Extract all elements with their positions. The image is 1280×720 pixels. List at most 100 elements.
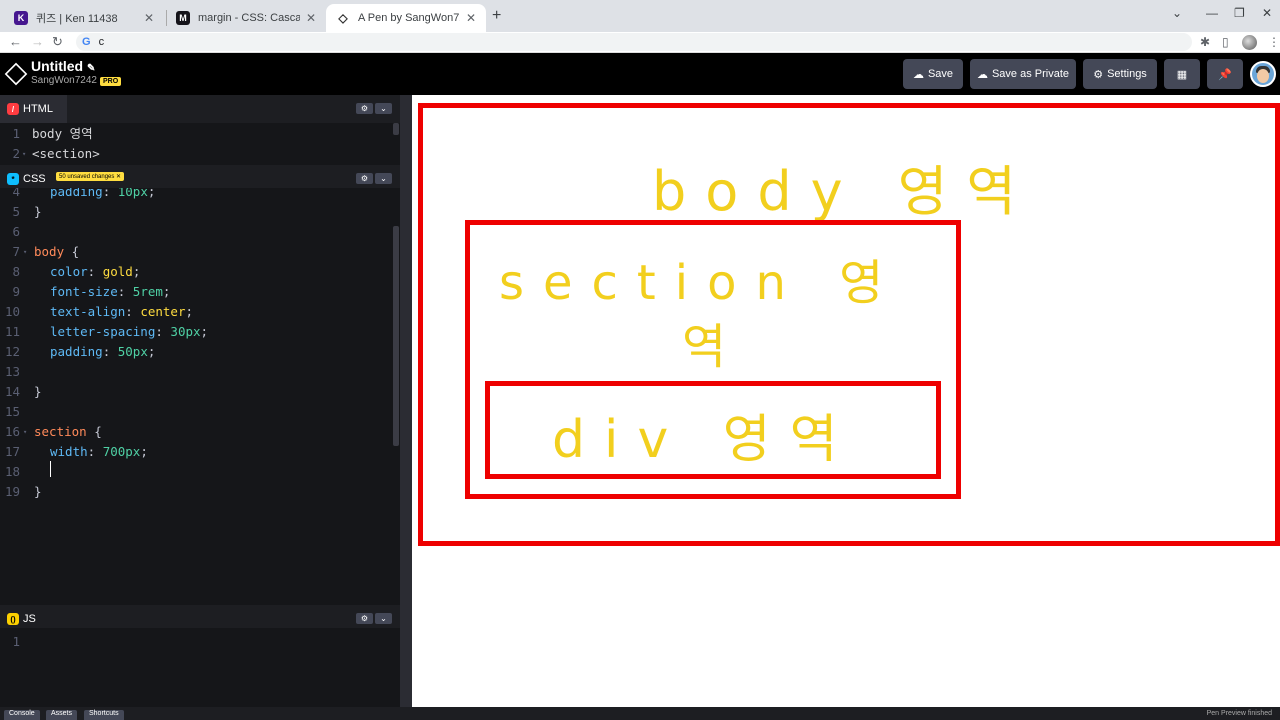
code-line: 1	[12, 634, 20, 649]
preview-div-text: div 영역	[552, 410, 857, 470]
save-button[interactable]: ☁ Save	[903, 59, 963, 89]
browser-tab-codepen[interactable]: ◇ A Pen by SangWon7242 ✕	[326, 4, 486, 32]
gear-icon[interactable]: ⚙	[356, 173, 373, 184]
fold-icon: ▾	[22, 150, 27, 158]
code-line: 11 letter-spacing: 30px;	[4, 324, 209, 339]
preview-pane: body 영역 section 영 역 div 영역	[412, 95, 1280, 707]
pencil-icon[interactable]: ✎	[87, 63, 95, 74]
pen-owner[interactable]: SangWon7242 PRO	[31, 75, 122, 86]
code-line: 19}	[4, 484, 42, 499]
chevron-down-icon[interactable]: ⌄	[375, 173, 392, 184]
gear-icon[interactable]: ⚙	[356, 613, 373, 624]
mdn-icon: M	[176, 11, 190, 25]
html-pane-header: / HTML ⚙ ⌄	[0, 95, 400, 123]
code-line: 12 padding: 50px;	[4, 344, 156, 359]
editor-column: / HTML ⚙ ⌄ 1 body 영역 2 ▾ <section> * CSS 50…	[0, 95, 400, 720]
pin-icon: 📌	[1218, 68, 1232, 81]
settings-label: Settings	[1107, 68, 1147, 80]
codepen-icon: ◇	[338, 11, 348, 25]
close-icon[interactable]: ✕	[466, 11, 476, 25]
unsaved-changes-badge[interactable]: 50 unsaved changes ✕	[56, 172, 125, 181]
code-line: 9 font-size: 5rem;	[12, 284, 171, 299]
code-line: 4 padding: 10px;	[12, 188, 156, 199]
tab-label: margin - CSS: Cascading Style S	[198, 12, 300, 24]
pin-button[interactable]: 📌	[1207, 59, 1243, 89]
close-icon[interactable]: ✕	[306, 11, 316, 25]
chevron-down-icon[interactable]: ⌄	[375, 613, 392, 624]
code-line: 17 width: 700px;	[4, 444, 148, 459]
kahoot-icon: K	[14, 11, 28, 25]
google-icon: G	[82, 36, 91, 48]
tab-search-icon[interactable]: ⌄	[1172, 6, 1182, 20]
shortcuts-button[interactable]: Shortcuts	[84, 710, 124, 720]
forward-icon[interactable]: →	[31, 34, 44, 49]
cloud-icon: ☁	[912, 68, 924, 81]
codepen-logo-icon[interactable]	[4, 62, 28, 86]
close-icon[interactable]: ✕	[144, 11, 154, 25]
code-line: 7 ▾ body {	[0, 242, 392, 262]
fold-icon[interactable]: ▾	[23, 422, 27, 442]
extensions-icon[interactable]: ✱	[1200, 35, 1210, 49]
codepen-header: Untitled ✎ SangWon7242 PRO ☁ Save ☁ Save as…	[0, 53, 1280, 95]
save-private-label: Save as Private	[991, 68, 1070, 80]
sidebar-icon[interactable]: ▯	[1222, 35, 1229, 49]
code-line: 8 color: gold;	[12, 264, 141, 279]
address-bar-row: ← → ↻ G c ✱ ▯ ⋮	[0, 32, 1280, 53]
code-line: 6	[12, 224, 20, 239]
tab-html[interactable]: / HTML	[0, 95, 67, 123]
cloud-icon: ☁	[976, 68, 988, 81]
save-as-private-button[interactable]: ☁ Save as Private	[970, 59, 1076, 89]
code-line: 5}	[12, 204, 42, 219]
back-icon[interactable]: ←	[9, 34, 22, 49]
pane-resizer[interactable]	[400, 95, 412, 720]
preview-status: Pen Preview finished	[1206, 710, 1272, 717]
code-line: 2 ▾ <section>	[0, 144, 392, 164]
html-code-area[interactable]: 1 body 영역 2 ▾ <section>	[0, 123, 400, 165]
layout-icon: ▦	[1176, 68, 1188, 81]
browser-tab-mdn[interactable]: M margin - CSS: Cascading Style S ✕	[166, 4, 326, 32]
settings-button[interactable]: ⚙ Settings	[1083, 59, 1157, 89]
browser-tab-bar: K 퀴즈 | Ken 11438 ✕ M margin - CSS: Casca…	[0, 0, 1280, 32]
js-code-area[interactable]: 1	[0, 628, 400, 707]
change-view-button[interactable]: ▦	[1164, 59, 1200, 89]
preview-section-text: section 영	[499, 255, 903, 311]
css-code-area[interactable]: 4 padding: 10px; 5} 6 7 ▾ body { 8 color: gold; 9…	[0, 188, 400, 605]
pen-title[interactable]: Untitled ✎	[31, 58, 95, 74]
reload-icon[interactable]: ↻	[52, 34, 63, 50]
browser-tab-quiz[interactable]: K 퀴즈 | Ken 11438 ✕	[4, 4, 164, 32]
minimize-icon[interactable]: —	[1206, 6, 1218, 20]
code-line: 10 text-align: center;	[4, 304, 194, 319]
pro-badge: PRO	[99, 77, 122, 86]
restore-icon[interactable]: ❐	[1234, 6, 1245, 20]
preview-section-text-wrap: 역	[682, 319, 727, 375]
profile-icon[interactable]	[1242, 35, 1257, 50]
avatar[interactable]	[1250, 61, 1276, 87]
code-line: 1 body 영역	[12, 126, 93, 141]
chevron-down-icon[interactable]: ⌄	[375, 103, 392, 114]
js-label: JS	[23, 613, 36, 625]
html-label: HTML	[23, 103, 53, 115]
css-icon: *	[7, 173, 19, 185]
address-text: c	[98, 36, 105, 48]
window-close-icon[interactable]: ✕	[1262, 6, 1272, 20]
gear-icon[interactable]: ⚙	[356, 103, 373, 114]
pen-title-text: Untitled	[31, 58, 84, 74]
scrollbar[interactable]	[393, 123, 399, 135]
preview-body-text: body 영역	[652, 160, 1036, 223]
bottom-bar: Console Assets Shortcuts Pen Preview fin…	[0, 707, 1280, 720]
js-icon: ()	[7, 613, 19, 625]
scrollbar[interactable]	[393, 226, 399, 446]
css-label: CSS	[23, 173, 46, 185]
fold-icon[interactable]: ▾	[23, 242, 27, 262]
save-label: Save	[927, 68, 954, 80]
address-input[interactable]: G c	[76, 33, 1192, 51]
owner-name: SangWon7242	[31, 75, 97, 86]
new-tab-icon[interactable]: +	[492, 7, 501, 25]
html-icon: /	[7, 103, 19, 115]
menu-icon[interactable]: ⋮	[1268, 35, 1280, 49]
code-line: 15	[4, 404, 20, 419]
console-button[interactable]: Console	[4, 710, 40, 720]
code-line: 14}	[4, 384, 42, 399]
assets-button[interactable]: Assets	[46, 710, 78, 720]
code-line: 16 ▾ section {	[0, 422, 392, 442]
